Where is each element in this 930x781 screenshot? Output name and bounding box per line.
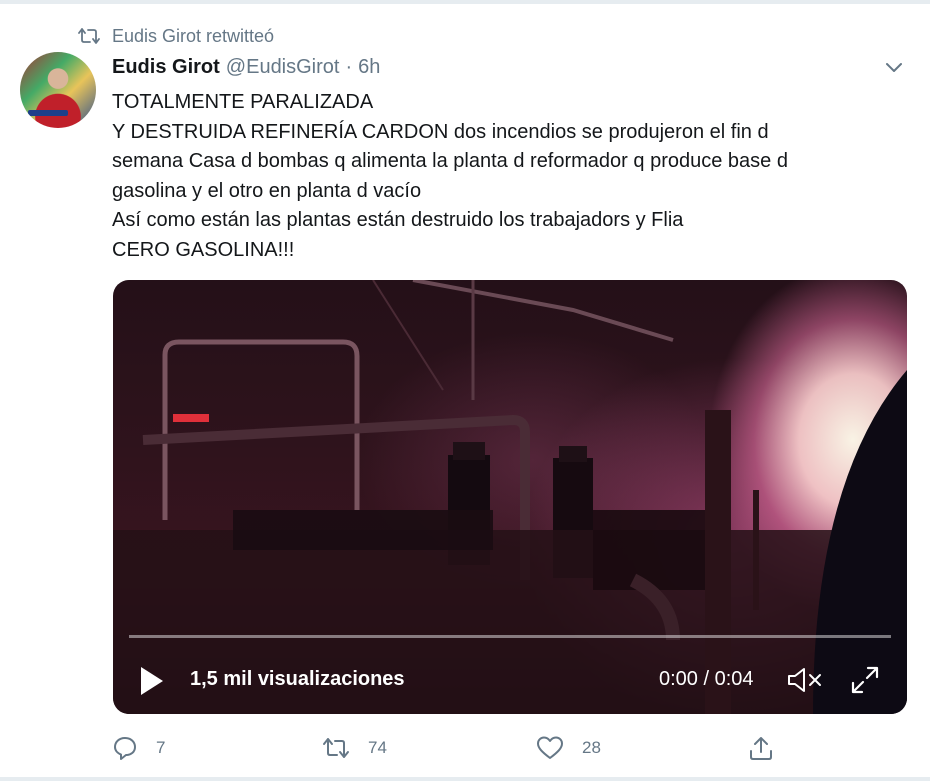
fullscreen-button[interactable] xyxy=(849,664,881,696)
volume-muted-icon xyxy=(786,668,826,698)
tweet-text-line: Y DESTRUIDA REFINERÍA CARDON dos incendi… xyxy=(112,120,769,143)
view-count: 1,5 mil visualizaciones xyxy=(190,668,405,690)
video-controls: 1,5 mil visualizaciones 0:00 / 0:04 xyxy=(113,660,907,700)
tweet-timestamp[interactable]: 6h xyxy=(358,56,380,79)
video-player[interactable]: 1,5 mil visualizaciones 0:00 / 0:04 xyxy=(113,280,907,714)
like-count: 28 xyxy=(582,738,601,757)
heart-icon xyxy=(536,735,564,761)
retweet-button[interactable]: 74 xyxy=(322,730,387,766)
mute-button[interactable] xyxy=(786,666,826,694)
tweet-text-line: TOTALMENTE PARALIZADA xyxy=(112,91,374,113)
tweet-menu-button[interactable] xyxy=(884,60,904,76)
play-icon xyxy=(139,667,165,700)
header-separator: · xyxy=(345,56,353,78)
retweet-icon xyxy=(78,27,100,45)
fullscreen-icon xyxy=(849,666,881,700)
reply-button[interactable]: 7 xyxy=(112,730,165,766)
share-icon xyxy=(748,735,774,761)
video-progress-bar[interactable] xyxy=(129,635,891,638)
retweet-context: Eudis Girot retwitteó xyxy=(78,24,274,48)
reply-icon xyxy=(112,735,138,761)
video-frame xyxy=(113,280,907,714)
play-button[interactable] xyxy=(139,666,165,696)
top-divider xyxy=(0,0,930,4)
share-button[interactable] xyxy=(748,730,774,766)
bottom-divider xyxy=(0,777,930,781)
author-handle[interactable]: @EudisGirot xyxy=(226,56,340,79)
video-timecode: 0:00 / 0:04 xyxy=(659,668,754,690)
chevron-down-icon xyxy=(884,63,904,80)
retweet-action-icon xyxy=(322,736,350,760)
avatar[interactable] xyxy=(20,52,96,128)
retweeter-link[interactable]: Eudis Girot retwitteó xyxy=(112,26,274,47)
tweet-text-line: Así como están las plantas están destrui… xyxy=(112,209,684,231)
reply-count: 7 xyxy=(156,738,166,757)
tweet-text-line: gasolina y el otro en planta d vacío xyxy=(112,179,422,202)
tweet-text: TOTALMENTE PARALIZADA Y DESTRUIDA REFINE… xyxy=(112,88,902,265)
tweet-header: Eudis Girot @EudisGirot · 6h xyxy=(112,56,380,82)
tweet-text-line: semana Casa d bombas q alimenta la plant… xyxy=(112,150,788,172)
avatar-badge xyxy=(28,110,68,116)
tweet-actions: 7 74 28 xyxy=(112,730,792,766)
like-button[interactable]: 28 xyxy=(536,730,601,766)
tweet-text-line: CERO GASOLINA!!! xyxy=(112,238,295,261)
retweet-count: 74 xyxy=(368,738,387,757)
author-name[interactable]: Eudis Girot xyxy=(112,56,220,79)
